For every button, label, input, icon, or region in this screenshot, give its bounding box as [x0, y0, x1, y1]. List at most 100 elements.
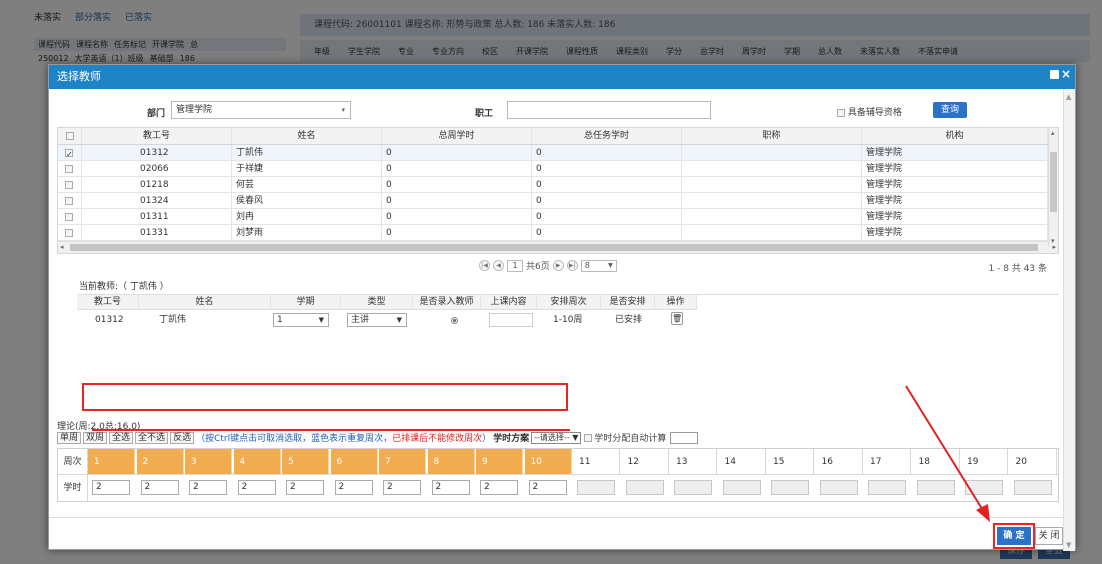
table-row[interactable]: 01331 刘梦雨 0 0 管理学院 [58, 225, 1058, 241]
week-hours-input[interactable] [916, 480, 955, 495]
table-row[interactable]: 01218 何芸 0 0 管理学院 [58, 177, 1058, 193]
first-page-icon[interactable]: |◀ [479, 260, 490, 271]
row-select-cell[interactable] [58, 225, 82, 240]
week-cell[interactable]: 7 [379, 449, 426, 474]
week-cell[interactable]: 19 [961, 449, 1008, 474]
row-select-cell[interactable] [58, 161, 82, 176]
week-hours-input[interactable]: 2 [431, 480, 470, 495]
auto-calc-input[interactable] [670, 431, 699, 444]
week-cell[interactable]: 8 [427, 449, 475, 474]
row-select-cell[interactable] [58, 177, 82, 192]
staff-input[interactable] [507, 101, 711, 119]
week-cell[interactable]: 15 [767, 449, 814, 474]
prev-page-icon[interactable]: ◀ [493, 260, 504, 271]
vscroll-thumb[interactable] [1050, 152, 1057, 212]
select-all-button[interactable]: 全选 [109, 431, 134, 444]
week-cell[interactable]: 13 [670, 449, 717, 474]
week-cell[interactable]: 11 [573, 449, 620, 474]
week-hours-input[interactable] [965, 480, 1003, 495]
col-name[interactable]: 姓名 [232, 128, 382, 144]
row-checkbox[interactable] [65, 180, 73, 189]
select-all-cell[interactable] [58, 128, 82, 144]
dialog-scrollbar[interactable]: ▲ ▼ [1063, 89, 1075, 551]
week-cell[interactable]: 12 [622, 449, 669, 474]
scroll-up-icon[interactable]: ▲ [1066, 93, 1071, 101]
week-cell[interactable]: 2 [136, 449, 184, 474]
auto-calc-checkbox[interactable] [584, 433, 593, 442]
col-week-hours[interactable]: 总周学时 [382, 128, 532, 144]
week-hours-input[interactable]: 2 [286, 480, 324, 495]
row-checkbox[interactable] [65, 147, 73, 160]
row-select-cell[interactable] [58, 145, 82, 160]
teacher-grid-hscroll[interactable]: ◂ ▸ [58, 241, 1058, 253]
week-hours-input[interactable]: 2 [189, 480, 227, 495]
col-task-hours[interactable]: 总任务学时 [532, 128, 682, 144]
week-hours-input[interactable] [868, 480, 906, 495]
type-select[interactable]: 主讲 ▼ [347, 313, 407, 327]
row-checkbox[interactable] [65, 164, 73, 173]
week-cell[interactable]: 14 [719, 449, 766, 474]
week-hours-input[interactable]: 2 [383, 480, 421, 495]
next-page-icon[interactable]: ▶ [552, 260, 564, 271]
week-cell[interactable]: 18 [913, 449, 960, 474]
week-hours-input[interactable]: 2 [334, 480, 373, 495]
week-cell[interactable]: 6 [330, 449, 378, 474]
scheme-select[interactable]: --请选择-- ▼ [531, 431, 582, 444]
row-checkbox[interactable] [65, 212, 73, 221]
hscroll-thumb[interactable] [70, 244, 1038, 251]
query-button[interactable]: 查询 [933, 102, 967, 118]
term-select[interactable]: 1 ▼ [273, 313, 329, 327]
week-cell[interactable]: 9 [476, 449, 523, 474]
last-page-icon[interactable]: ▶| [566, 260, 578, 271]
table-row[interactable]: 01312丁凯伟00管理学院 [58, 145, 1058, 161]
week-hours-input[interactable]: 2 [92, 480, 130, 495]
week-hours-input[interactable] [674, 480, 712, 495]
double-week-button[interactable]: 双周 [83, 431, 108, 444]
scroll-left-icon[interactable]: ◂ [60, 243, 64, 251]
week-cell[interactable]: 4 [233, 449, 281, 474]
week-cell[interactable]: 16 [816, 449, 863, 474]
col-org[interactable]: 机构 [862, 128, 1048, 144]
table-row[interactable]: 01324 侯春风 0 0 管理学院 [58, 193, 1058, 209]
week-hours-input[interactable] [1013, 480, 1052, 495]
week-cell[interactable]: 5 [282, 449, 329, 474]
week-hours-input[interactable] [577, 480, 615, 495]
select-none-button[interactable]: 全不选 [135, 431, 169, 444]
week-hours-input[interactable] [625, 480, 664, 495]
row-select-cell[interactable] [58, 209, 82, 224]
col-staff-id[interactable]: 教工号 [82, 128, 232, 144]
week-hours-input[interactable] [819, 480, 858, 495]
dept-select[interactable]: 管理学院 ▾ [171, 101, 351, 119]
tutor-checkbox[interactable] [837, 108, 845, 117]
invert-selection-button[interactable]: 反选 [170, 431, 195, 444]
page-number-input[interactable]: 1 [507, 259, 523, 272]
row-checkbox[interactable] [65, 196, 73, 205]
week-cell[interactable]: 20 [1010, 449, 1057, 474]
vscroll-down-icon[interactable]: ▾ [1051, 237, 1055, 245]
week-cell[interactable]: 1 [88, 449, 135, 474]
row-checkbox[interactable] [65, 228, 73, 237]
close-icon[interactable]: × [1061, 68, 1071, 80]
row-select-cell[interactable] [58, 193, 82, 208]
week-hours-input[interactable]: 2 [528, 480, 567, 495]
week-hours-input[interactable]: 2 [140, 480, 179, 495]
close-button[interactable]: 关 闭 [1035, 527, 1063, 545]
teacher-grid-vscroll[interactable]: ▴ ▾ [1048, 128, 1058, 246]
scroll-down-icon[interactable]: ▼ [1066, 541, 1071, 549]
table-row[interactable]: 02066 于祥婕 0 0 管理学院 [58, 161, 1058, 177]
content-input[interactable] [489, 313, 533, 327]
single-week-button[interactable]: 单周 [57, 431, 82, 444]
trash-icon[interactable]: 🗑 [671, 312, 683, 325]
week-hours-input[interactable] [771, 480, 809, 495]
week-cell[interactable]: 3 [185, 449, 232, 474]
page-size-select[interactable]: 8 ▼ [580, 259, 617, 272]
vscroll-up-icon[interactable]: ▴ [1051, 129, 1055, 137]
tutor-checkbox-wrap[interactable]: 具备辅导资格 [837, 105, 902, 118]
week-cell[interactable]: 17 [864, 449, 911, 474]
maximize-icon[interactable] [1049, 69, 1059, 79]
week-hours-input[interactable] [722, 480, 761, 495]
week-hours-input[interactable]: 2 [480, 480, 518, 495]
entry-teacher-radio[interactable] [451, 317, 458, 324]
col-title[interactable]: 职称 [682, 128, 862, 144]
table-row[interactable]: 01311 刘冉 0 0 管理学院 [58, 209, 1058, 225]
